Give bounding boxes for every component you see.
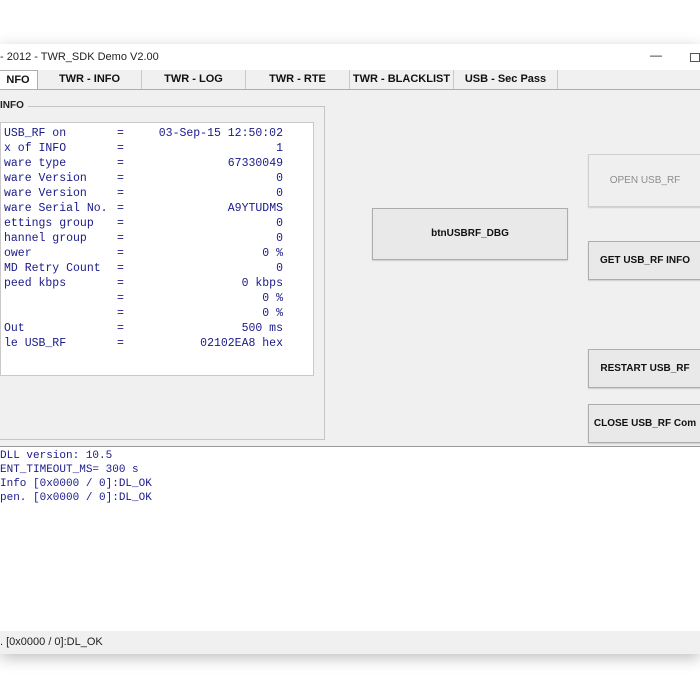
info-label: MD Retry Count [4, 262, 101, 275]
title-bar[interactable]: - 2012 - TWR_SDK Demo V2.00 — [0, 44, 700, 70]
info-row: ware Version = 0 [1, 187, 313, 202]
info-row: ettings group = 0 [1, 217, 313, 232]
info-label: x of INFO [4, 142, 67, 155]
info-equals: = [117, 277, 124, 290]
info-row: ware Version = 0 [1, 172, 313, 187]
status-text: . [0x0000 / 0]:DL_OK [0, 636, 103, 648]
info-label: peed kbps [4, 277, 67, 290]
log-line: ENT_TIMEOUT_MS= 300 s [0, 464, 139, 476]
info-value: 0 [276, 217, 283, 230]
open-usb-rf-button[interactable]: OPEN USB_RF [588, 154, 700, 207]
tab-bar: NFO TWR - INFO TWR - LOG TWR - RTE TWR -… [0, 70, 700, 91]
info-row: ower = 0 % [1, 247, 313, 262]
info-tab-panel: INFO USB_RF on = 03-Sep-15 12:50:02 x of… [0, 89, 700, 446]
info-equals: = [117, 217, 124, 230]
log-output[interactable]: DLL version: 10.5 ENT_TIMEOUT_MS= 300 s … [0, 446, 700, 632]
info-value: 0 % [262, 292, 283, 305]
info-equals: = [117, 337, 124, 350]
info-value: 0 % [262, 247, 283, 260]
restart-usb-rf-button[interactable]: RESTART USB_RF [588, 349, 700, 388]
info-equals: = [117, 292, 124, 305]
info-row: ware Serial No. = A9YTUDMS [1, 202, 313, 217]
info-equals: = [117, 262, 124, 275]
info-group-title: INFO [0, 100, 28, 111]
info-value: 02102EA8 hex [200, 337, 283, 350]
info-row: MD Retry Count = 0 [1, 262, 313, 277]
info-value: A9YTUDMS [227, 202, 283, 215]
info-row: le USB_RF = 02102EA8 hex [1, 337, 313, 352]
info-value: 67330049 [227, 157, 283, 170]
info-value: 1 [276, 142, 283, 155]
log-line: DLL version: 10.5 [0, 450, 113, 462]
info-label: ware type [4, 157, 67, 170]
minimize-icon[interactable]: — [648, 46, 664, 64]
info-list[interactable]: USB_RF on = 03-Sep-15 12:50:02 x of INFO… [0, 122, 314, 376]
info-value: 0 [276, 262, 283, 275]
info-label: ware Serial No. [4, 202, 108, 215]
info-row: USB_RF on = 03-Sep-15 12:50:02 [1, 127, 313, 142]
tab-twr-rte[interactable]: TWR - RTE [246, 70, 350, 90]
info-value: 500 ms [241, 322, 283, 335]
status-bar: . [0x0000 / 0]:DL_OK [0, 631, 700, 654]
info-row: x of INFO = 1 [1, 142, 313, 157]
app-window: - 2012 - TWR_SDK Demo V2.00 — NFO TWR - … [0, 44, 700, 654]
get-usb-rf-info-button[interactable]: GET USB_RF INFO [588, 241, 700, 280]
info-row: ware type = 67330049 [1, 157, 313, 172]
info-row: = 0 % [1, 307, 313, 322]
tab-twr-log[interactable]: TWR - LOG [142, 70, 246, 90]
info-value: 0 [276, 172, 283, 185]
info-row: peed kbps = 0 kbps [1, 277, 313, 292]
info-row: hannel group = 0 [1, 232, 313, 247]
info-label: le USB_RF [4, 337, 67, 350]
maximize-icon[interactable] [690, 53, 700, 62]
info-equals: = [117, 172, 124, 185]
info-equals: = [117, 157, 124, 170]
log-line: Info [0x0000 / 0]:DL_OK [0, 478, 152, 490]
info-value: 0 [276, 232, 283, 245]
info-equals: = [117, 307, 124, 320]
usbrf-dbg-button[interactable]: btnUSBRF_DBG [372, 208, 568, 260]
info-label: USB_RF on [4, 127, 67, 140]
close-usb-rf-com-button[interactable]: CLOSE USB_RF Com [588, 404, 700, 443]
info-value: 0 % [262, 307, 283, 320]
info-value: 03-Sep-15 12:50:02 [158, 127, 283, 140]
info-label: ware Version [4, 187, 87, 200]
info-equals: = [117, 202, 124, 215]
info-equals: = [117, 142, 124, 155]
tab-twr-info[interactable]: TWR - INFO [38, 70, 142, 90]
info-label: Out [4, 322, 25, 335]
log-line: pen. [0x0000 / 0]:DL_OK [0, 492, 152, 504]
info-equals: = [117, 247, 124, 260]
info-equals: = [117, 232, 124, 245]
info-label: hannel group [4, 232, 87, 245]
info-row: Out = 500 ms [1, 322, 313, 337]
info-row: = 0 % [1, 292, 313, 307]
info-equals: = [117, 322, 124, 335]
info-label: ware Version [4, 172, 87, 185]
tab-info[interactable]: NFO [0, 70, 38, 91]
window-title: - 2012 - TWR_SDK Demo V2.00 [0, 51, 159, 63]
info-value: 0 kbps [241, 277, 283, 290]
tab-usb-sec-pass[interactable]: USB - Sec Pass [454, 70, 558, 90]
tab-twr-blacklist[interactable]: TWR - BLACKLIST [350, 70, 454, 90]
info-label: ettings group [4, 217, 94, 230]
info-equals: = [117, 127, 124, 140]
info-value: 0 [276, 187, 283, 200]
info-label: ower [4, 247, 32, 260]
info-equals: = [117, 187, 124, 200]
